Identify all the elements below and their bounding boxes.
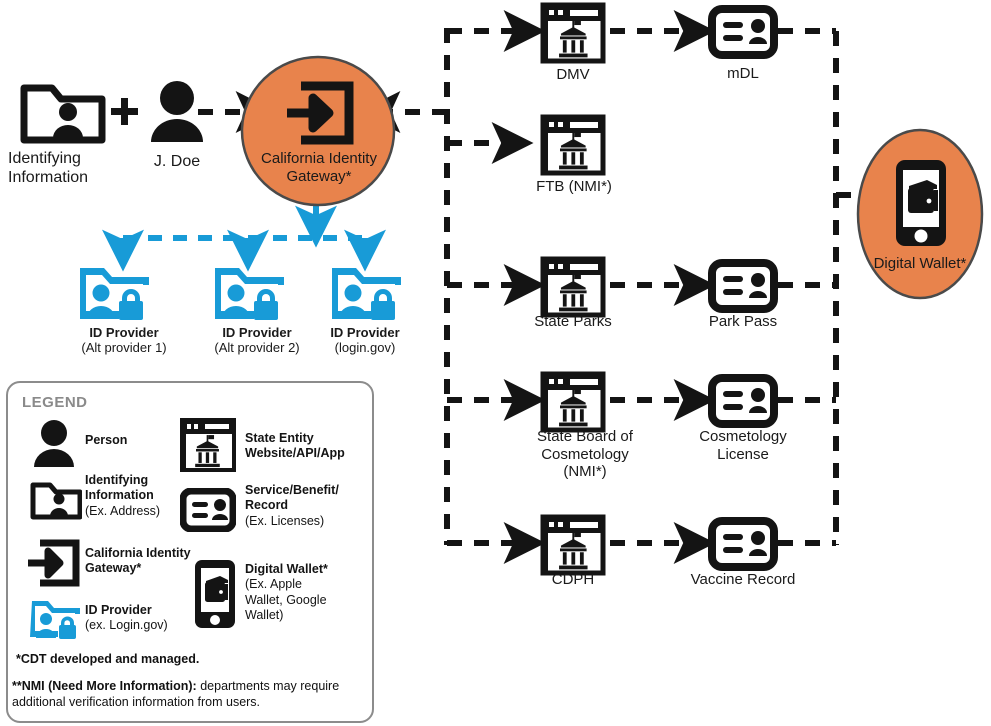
- id-provider-1-name: ID Provider: [222, 325, 292, 340]
- identity-gateway-icon: [283, 80, 355, 151]
- record-cosmetology-license[interactable]: [708, 374, 778, 433]
- agency-state-parks-label: State Parks: [534, 313, 612, 330]
- legend-id-provider-label: ID Provider (ex. Login.gov): [85, 603, 200, 634]
- id-provider-1-label: ID Provider (Alt provider 2): [192, 325, 322, 356]
- legend-person-text: Person: [85, 433, 128, 447]
- gateway-line1: California Identity: [261, 150, 377, 167]
- identifying-information-icon: [20, 78, 106, 149]
- id-provider-2[interactable]: [329, 262, 405, 325]
- legend-digital-wallet-icon: [193, 558, 237, 635]
- legend-title: LEGEND: [22, 394, 88, 411]
- legend-digital-wallet-text: Digital Wallet*: [245, 562, 328, 576]
- id-provider-2-label: ID Provider (login.gov): [310, 325, 420, 356]
- legend-service-record-text: Service/Benefit/ Record: [245, 483, 339, 513]
- legend-person-icon: [32, 418, 76, 473]
- id-provider-0[interactable]: [77, 262, 153, 325]
- legend-footnote-nmi: **NMI (Need More Information): departmen…: [12, 679, 360, 710]
- identifying-information-line1: Identifying: [8, 150, 81, 167]
- legend-footnote-cdt: *CDT developed and managed.: [16, 652, 200, 666]
- legend-state-entity-icon: [180, 418, 236, 477]
- legend-identifying-information-icon: [30, 478, 83, 525]
- plus-sign: [108, 94, 140, 135]
- person-icon: [148, 78, 206, 149]
- legend-identifying-information-sub: (Ex. Address): [85, 503, 161, 518]
- record-vaccine[interactable]: [708, 517, 778, 576]
- legend-service-record-label: Service/Benefit/ Record (Ex. Licenses): [245, 483, 370, 529]
- diagram-canvas: Identifying Information J. Doe Californi…: [0, 0, 991, 726]
- agency-ftb-label: FTB (NMI*): [536, 178, 612, 195]
- digital-wallet-label: Digital Wallet*: [873, 255, 967, 272]
- agency-ftb[interactable]: [540, 114, 606, 181]
- legend-id-provider-icon: [30, 597, 82, 644]
- legend-identity-gateway-icon: [26, 538, 80, 593]
- id-provider-0-label: ID Provider (Alt provider 1): [62, 325, 186, 356]
- id-provider-2-sub: (login.gov): [334, 340, 396, 356]
- digital-wallet-icon: [893, 157, 949, 254]
- legend-id-provider-sub: (ex. Login.gov): [85, 618, 168, 633]
- record-park-pass[interactable]: [708, 259, 778, 318]
- id-provider-0-sub: (Alt provider 1): [81, 340, 167, 356]
- id-provider-1[interactable]: [212, 262, 288, 325]
- legend-footnote-nmi-bold: **NMI (Need More Information):: [12, 679, 197, 693]
- legend-identity-gateway-label: California Identity Gateway*: [85, 546, 205, 577]
- legend-id-provider-text: ID Provider: [85, 603, 152, 617]
- identifying-information-label: Identifying Information: [8, 150, 123, 188]
- id-provider-1-sub: (Alt provider 2): [214, 340, 300, 356]
- legend-identifying-information-label: Identifying Information (Ex. Address): [85, 473, 185, 519]
- legend-service-record-icon: [179, 487, 237, 537]
- legend-digital-wallet-label: Digital Wallet* (Ex. Apple Wallet, Googl…: [245, 562, 360, 623]
- legend-service-record-sub: (Ex. Licenses): [245, 513, 325, 528]
- identifying-information-line2: Information: [8, 168, 89, 186]
- record-park-pass-label: Park Pass: [708, 313, 778, 330]
- agency-dmv[interactable]: [540, 2, 606, 69]
- legend-person-label: Person: [85, 433, 180, 448]
- record-vaccine-label: Vaccine Record: [690, 571, 796, 588]
- legend-state-entity-label: State Entity Website/API/App: [245, 431, 370, 462]
- record-mdl[interactable]: [708, 5, 778, 64]
- legend-digital-wallet-sub: (Ex. Apple Wallet, Google Wallet): [245, 577, 327, 622]
- record-cosmetology-license-label: Cosmetology License: [699, 428, 787, 463]
- person-label: J. Doe: [153, 153, 201, 170]
- agency-cosmetology-board-label: State Board of Cosmetology (NMI*): [537, 428, 633, 481]
- record-mdl-label: mDL: [727, 65, 759, 82]
- agency-dmv-label: DMV: [556, 66, 590, 83]
- gateway-label: California Identity Gateway*: [246, 150, 392, 185]
- id-provider-0-name: ID Provider: [89, 325, 159, 340]
- agency-cdph-label: CDPH: [551, 571, 595, 588]
- legend-identifying-information-text: Identifying Information: [85, 473, 154, 503]
- gateway-line2: Gateway*: [286, 167, 352, 185]
- legend-state-entity-text: State Entity Website/API/App: [245, 431, 345, 461]
- id-provider-2-name: ID Provider: [330, 325, 400, 340]
- legend-identity-gateway-text: California Identity Gateway*: [85, 546, 191, 576]
